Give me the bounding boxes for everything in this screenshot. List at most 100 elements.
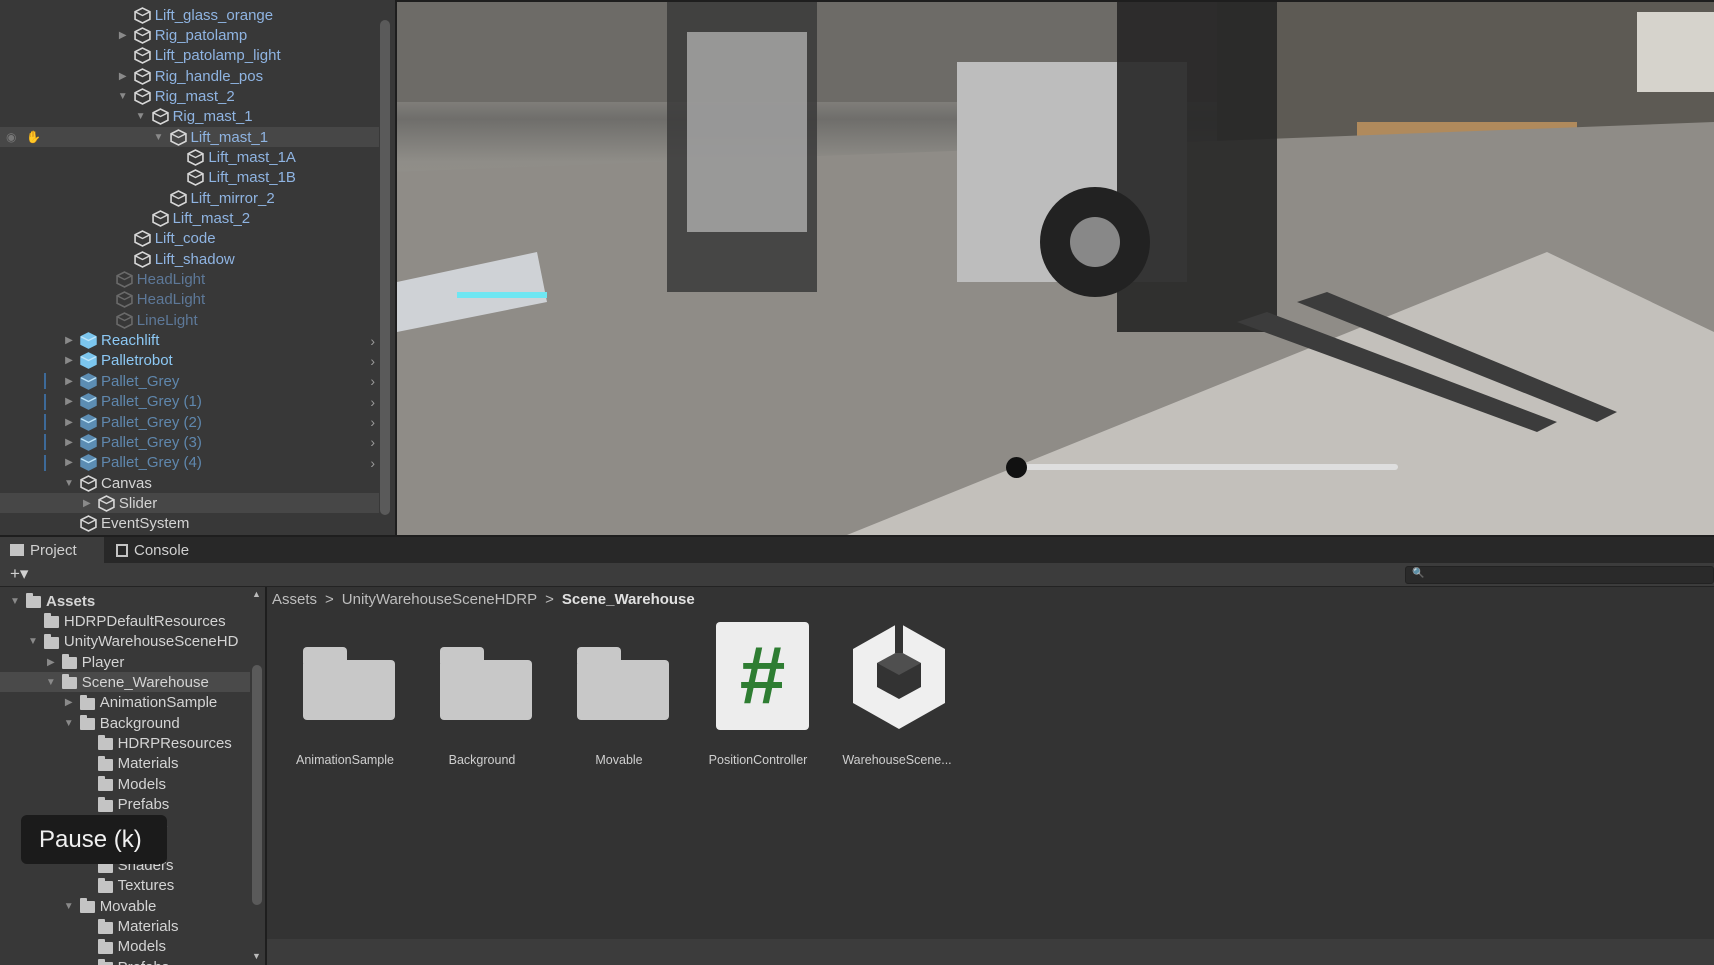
project-tree-item[interactable]: Models bbox=[0, 774, 250, 794]
hierarchy-item[interactable]: ▼ Canvas bbox=[0, 473, 379, 493]
project-tree-item[interactable]: Prefabs bbox=[0, 957, 250, 965]
hierarchy-item[interactable]: Lift_mast_2 bbox=[0, 209, 379, 229]
expand-arrow-down-icon[interactable]: ▼ bbox=[153, 132, 165, 143]
hierarchy-item-label: Lift_patolamp_light bbox=[154, 47, 281, 65]
chevron-right-icon[interactable]: › bbox=[370, 455, 375, 471]
gameobject-cube-icon bbox=[133, 47, 151, 65]
scroll-down-arrow[interactable]: ▼ bbox=[252, 951, 261, 961]
breadcrumb-item[interactable]: UnityWarehouseSceneHDRP bbox=[342, 591, 537, 608]
search-input[interactable]: 🔍 bbox=[1405, 566, 1714, 584]
hierarchy-item[interactable]: ▶ Reachlift › bbox=[0, 331, 379, 351]
expand-arrow-right-icon[interactable]: ▶ bbox=[117, 71, 129, 82]
expand-arrow-right-icon[interactable]: ▶ bbox=[63, 417, 75, 428]
expand-arrow-down-icon[interactable]: ▼ bbox=[9, 596, 21, 607]
project-tree-item[interactable]: Models bbox=[0, 937, 250, 957]
expand-arrow-down-icon[interactable]: ▼ bbox=[63, 718, 75, 729]
chevron-right-icon[interactable]: › bbox=[370, 373, 375, 389]
hierarchy-item[interactable]: EventSystem bbox=[0, 514, 379, 534]
expand-arrow-right-icon[interactable]: ▶ bbox=[63, 457, 75, 468]
hierarchy-item[interactable]: ▼ Rig_mast_1 bbox=[0, 107, 379, 127]
breadcrumb-item[interactable]: Scene_Warehouse bbox=[562, 591, 695, 608]
project-tree-item[interactable]: ▶ Player bbox=[0, 652, 250, 672]
folder-icon bbox=[97, 877, 113, 893]
project-tree-item[interactable]: HDRPDefaultResources bbox=[0, 611, 250, 631]
chevron-right-icon[interactable]: › bbox=[370, 434, 375, 450]
tab-console[interactable]: Console bbox=[106, 537, 199, 563]
hierarchy-item[interactable]: ▶ Pallet_Grey (4) › bbox=[0, 453, 379, 473]
expand-arrow-down-icon[interactable]: ▼ bbox=[117, 91, 129, 102]
expand-arrow-down-icon[interactable]: ▼ bbox=[63, 901, 75, 912]
project-tree-label: Models bbox=[117, 938, 166, 956]
expand-arrow-right-icon[interactable]: ▶ bbox=[117, 30, 129, 41]
pickable-hand-icon[interactable]: ✋ bbox=[26, 130, 41, 144]
slider-handle[interactable] bbox=[1006, 457, 1027, 478]
chevron-right-icon[interactable]: › bbox=[370, 394, 375, 410]
project-tree-item[interactable]: Textures bbox=[0, 876, 250, 896]
expand-arrow-right-icon[interactable]: ▶ bbox=[63, 355, 75, 366]
project-tree-item[interactable]: Materials bbox=[0, 754, 250, 774]
visibility-eye-icon[interactable]: ◉ bbox=[6, 130, 16, 144]
hierarchy-item[interactable]: ▶ Slider bbox=[0, 493, 379, 514]
expand-arrow-right-icon[interactable]: ▶ bbox=[81, 498, 93, 509]
hierarchy-item[interactable]: Lift_code bbox=[0, 229, 379, 249]
slider-track[interactable] bbox=[1012, 464, 1398, 470]
hierarchy-item[interactable]: ▶ Pallet_Grey (3) › bbox=[0, 432, 379, 452]
asset-positioncontroller[interactable]: # PositionController bbox=[698, 622, 818, 767]
scene-view[interactable] bbox=[397, 2, 1714, 535]
expand-arrow-right-icon[interactable]: ▶ bbox=[45, 657, 57, 668]
gameobject-cube-icon bbox=[133, 230, 151, 248]
hierarchy-item[interactable]: LineLight bbox=[0, 310, 379, 330]
scroll-up-arrow[interactable]: ▲ bbox=[252, 589, 261, 599]
project-tree-item[interactable]: ▼ UnityWarehouseSceneHD bbox=[0, 632, 250, 652]
project-tree-item[interactable]: Materials bbox=[0, 917, 250, 937]
hierarchy-item[interactable]: ▶ Rig_handle_pos bbox=[0, 66, 379, 86]
expand-arrow-right-icon[interactable]: ▶ bbox=[63, 335, 75, 346]
expand-arrow-down-icon[interactable]: ▼ bbox=[135, 111, 147, 122]
hierarchy-scrollbar[interactable] bbox=[380, 20, 390, 515]
override-bar bbox=[44, 414, 46, 430]
hierarchy-item[interactable]: ▶ Palletrobot › bbox=[0, 351, 379, 371]
project-tree-item[interactable]: ▼ Assets bbox=[0, 591, 250, 611]
asset-movable[interactable]: Movable bbox=[559, 635, 679, 767]
expand-arrow-right-icon[interactable]: ▶ bbox=[63, 697, 75, 708]
breadcrumb-item[interactable]: Assets bbox=[272, 591, 317, 608]
project-tree-item[interactable]: ▶ AnimationSample bbox=[0, 693, 250, 713]
asset-animationsample[interactable]: AnimationSample bbox=[285, 635, 405, 767]
project-tree-item[interactable]: ▼ Scene_Warehouse bbox=[0, 672, 250, 693]
chevron-right-icon[interactable]: › bbox=[370, 353, 375, 369]
expand-arrow-down-icon[interactable]: ▼ bbox=[63, 478, 75, 489]
add-button[interactable]: +▾ bbox=[10, 564, 28, 584]
hierarchy-item[interactable]: ▶ Pallet_Grey (2) › bbox=[0, 412, 379, 432]
expand-arrow-right-icon[interactable]: ▶ bbox=[63, 396, 75, 407]
hierarchy-item[interactable]: Lift_mast_1A bbox=[0, 147, 379, 167]
project-tree-scrollbar[interactable] bbox=[252, 665, 262, 905]
expand-arrow-down-icon[interactable]: ▼ bbox=[27, 636, 39, 647]
hierarchy-item[interactable]: ▼ Rig_mast_2 bbox=[0, 86, 379, 106]
hierarchy-item[interactable]: Lift_mast_1B bbox=[0, 168, 379, 188]
project-tree-item[interactable]: Prefabs bbox=[0, 795, 250, 815]
asset-background[interactable]: Background bbox=[422, 635, 542, 767]
hierarchy-item[interactable]: ▶ Pallet_Grey (1) › bbox=[0, 392, 379, 412]
warehouse-scene-render bbox=[397, 2, 1714, 535]
chevron-right-icon[interactable]: › bbox=[370, 414, 375, 430]
expand-arrow-right-icon[interactable]: ▶ bbox=[63, 437, 75, 448]
expand-arrow-down-icon[interactable]: ▼ bbox=[45, 677, 57, 688]
hierarchy-item[interactable]: Lift_glass_orange bbox=[0, 5, 379, 25]
asset-warehousescene[interactable]: WarehouseScene... bbox=[837, 623, 957, 767]
hierarchy-item[interactable]: HeadLight bbox=[0, 270, 379, 290]
position-slider[interactable] bbox=[1006, 457, 1398, 478]
hierarchy-item[interactable]: Lift_mirror_2 bbox=[0, 188, 379, 208]
hierarchy-item[interactable]: Lift_patolamp_light bbox=[0, 46, 379, 66]
hierarchy-item[interactable]: HeadLight bbox=[0, 290, 379, 310]
chevron-right-icon[interactable]: › bbox=[370, 333, 375, 349]
project-tree-item[interactable]: HDRPResources bbox=[0, 733, 250, 753]
project-tree-item[interactable]: ▼ Movable bbox=[0, 896, 250, 916]
hierarchy-item[interactable]: ▶ Rig_patolamp bbox=[0, 25, 379, 45]
project-tree-item[interactable]: ▼ Background bbox=[0, 713, 250, 733]
tab-project[interactable]: Project bbox=[0, 537, 104, 563]
hierarchy-item-label: Lift_glass_orange bbox=[154, 6, 274, 24]
hierarchy-item[interactable]: Lift_shadow bbox=[0, 249, 379, 269]
expand-arrow-right-icon[interactable]: ▶ bbox=[63, 376, 75, 387]
hierarchy-item[interactable]: ▶ Pallet_Grey › bbox=[0, 371, 379, 391]
hierarchy-item[interactable]: ◉ ✋ ▼ Lift_mast_1 bbox=[0, 127, 379, 148]
